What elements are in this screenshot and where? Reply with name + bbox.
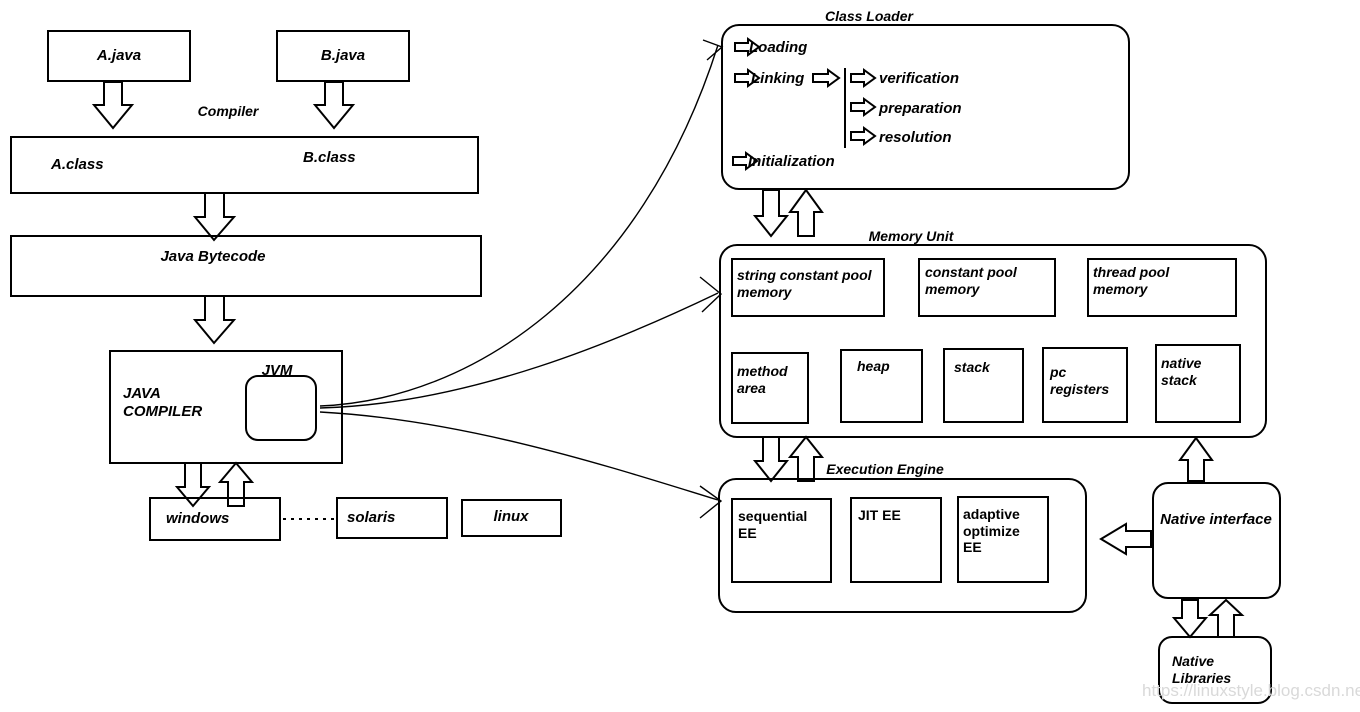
resolution-label: resolution [879,129,952,146]
jvm-to-memory-unit-arrowhead [699,276,723,313]
verification-label: verification [879,70,960,87]
native-interface-box [1152,482,1281,599]
compiler-label: Compiler [197,103,259,119]
thread-pool-memory-label: thread pool memory [1093,264,1170,297]
arrow-bytecode-to-compiler [192,295,237,345]
a-class-label: A.class [51,156,104,173]
java-compiler-label: JAVA COMPILER [123,385,203,420]
jit-ee-label: JIT EE [858,507,901,523]
jvm-to-class-loader-arrowhead [702,39,724,61]
arrow-windows-to-compiler [217,461,255,507]
pc-registers-label: pc registers [1050,364,1110,397]
arrow-native-interface-to-execution [1099,522,1152,556]
loading-label: Loading [749,39,808,56]
solaris-label: solaris [347,509,396,526]
jvm-to-class-loader-curve [319,44,719,407]
jvm-label: JVM [261,362,293,379]
arrow-native-interface-to-memory [1178,436,1214,482]
initialization-label: Initialization [748,153,835,170]
jvm-to-execution-engine-curve [319,411,719,501]
linking-to-steps-arrow-icon [812,68,841,88]
arrow-memory-to-classloader [788,188,824,237]
watermark-text: https://linuxstyle.blog.csdn.net [1142,681,1360,700]
arrow-execution-to-memory [787,435,825,482]
native-interface-label: Native interface [1160,511,1272,528]
arrow-native-interface-to-libraries [1171,599,1209,639]
constant-pool-memory-label: constant pool memory [925,264,1017,297]
resolution-arrow-icon [850,126,877,146]
verification-arrow-icon [850,68,877,88]
arrow-memory-to-execution [752,436,790,483]
arrow-classloader-to-memory [752,189,790,238]
linux-label: linux [493,508,529,525]
arrow-bjava-to-bclass [312,81,356,130]
stack-label: stack [954,359,990,375]
method-area-label: method area [737,363,788,396]
java-bytecode-box [10,235,482,297]
b-java-label: B.java [320,47,366,64]
jvm-box [245,375,317,441]
execution-engine-title: Execution Engine [826,461,944,477]
heap-label: heap [857,358,890,374]
jvm-to-execution-engine-arrowhead [699,485,723,519]
b-class-label: B.class [303,149,356,166]
a-java-label: A.java [96,47,142,64]
arrow-native-libraries-to-interface [1207,598,1245,638]
jvm-architecture-diagram: A.java B.java Compiler A.class B.class J… [0,0,1360,712]
class-loader-title: Class Loader [825,8,913,24]
jvm-to-memory-unit-curve [319,292,719,409]
native-stack-label: native stack [1161,355,1202,388]
sequential-ee-label: sequential EE [738,508,808,541]
linking-label: Linking [751,70,805,87]
windows-label: windows [166,510,230,527]
arrow-class-to-bytecode [192,192,237,242]
arrow-compiler-to-windows [174,462,212,508]
java-bytecode-label: Java Bytecode [160,248,266,265]
arrow-ajava-to-aclass [91,81,135,130]
string-constant-pool-memory-label: string constant pool memory [737,267,872,300]
preparation-arrow-icon [850,97,877,117]
preparation-label: preparation [879,100,962,117]
adaptive-optimize-ee-label: adaptive optimize EE [963,506,1020,556]
memory-unit-title: Memory Unit [868,228,954,244]
